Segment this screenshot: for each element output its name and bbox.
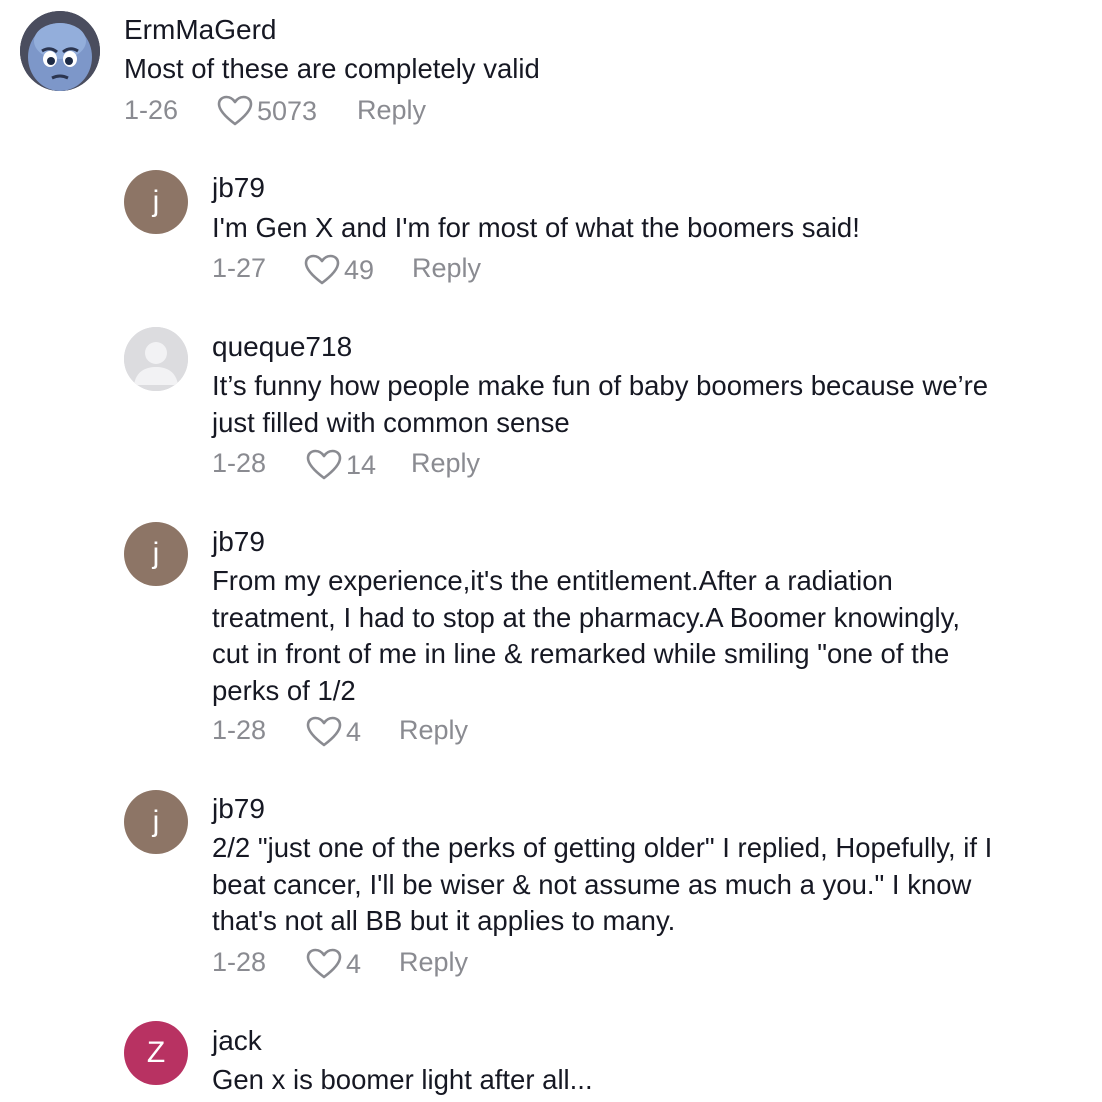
avatar-letter: Z: [146, 1036, 166, 1069]
default-person-icon: [124, 327, 188, 391]
reply-button[interactable]: Reply: [399, 713, 468, 747]
like-count: 49: [344, 255, 375, 285]
comment-text: Most of these are completely valid: [124, 53, 540, 84]
heart-icon: [306, 449, 342, 480]
comment-date: 1-28: [212, 715, 267, 745]
username[interactable]: queque718: [212, 330, 352, 364]
avatar-letter: j: [152, 185, 160, 218]
comment-text: I'm Gen X and I'm for most of what the b…: [212, 212, 860, 243]
reply-button[interactable]: Reply: [399, 945, 468, 979]
avatar[interactable]: [20, 11, 100, 91]
comment-text: It’s funny how people make fun of baby b…: [212, 370, 989, 438]
like-button[interactable]: 4: [306, 715, 361, 749]
like-button[interactable]: 5073: [217, 94, 317, 128]
comment-text: From my experience,it's the entitlement.…: [212, 565, 960, 706]
comment-date: 1-26: [124, 95, 179, 125]
like-button[interactable]: 49: [304, 253, 374, 287]
username[interactable]: jb79: [212, 171, 265, 205]
reply-button[interactable]: Reply: [357, 93, 426, 127]
reply-button[interactable]: Reply: [412, 251, 481, 285]
username[interactable]: jb79: [212, 525, 265, 559]
heart-icon: [304, 254, 340, 285]
heart-icon: [217, 95, 253, 126]
avatar[interactable]: j: [124, 790, 188, 854]
heart-icon: [306, 716, 342, 747]
username[interactable]: jack: [212, 1024, 262, 1058]
avatar-letter: j: [152, 805, 160, 838]
username[interactable]: ErmMaGerd: [124, 13, 276, 47]
comment-date: 1-28: [212, 947, 267, 977]
heart-icon: [306, 948, 342, 979]
avatar[interactable]: Z: [124, 1021, 188, 1085]
avatar[interactable]: j: [124, 170, 188, 234]
like-count: 5073: [257, 96, 318, 126]
blue-cartoon-face-icon: [20, 11, 100, 91]
avatar[interactable]: j: [124, 522, 188, 586]
like-button[interactable]: 4: [306, 947, 361, 981]
avatar[interactable]: [124, 327, 188, 391]
like-count: 4: [346, 949, 362, 979]
comment-text: 2/2 "just one of the perks of getting ol…: [212, 832, 993, 936]
like-count: 4: [346, 717, 362, 747]
avatar-letter: j: [152, 537, 160, 570]
username[interactable]: jb79: [212, 792, 265, 826]
like-count: 14: [346, 450, 377, 480]
like-button[interactable]: 14: [306, 448, 376, 482]
comment-text: Gen x is boomer light after all...: [212, 1064, 593, 1095]
reply-button[interactable]: Reply: [411, 446, 480, 480]
comment-date: 1-28: [212, 448, 267, 478]
comment-date: 1-27: [212, 253, 267, 283]
